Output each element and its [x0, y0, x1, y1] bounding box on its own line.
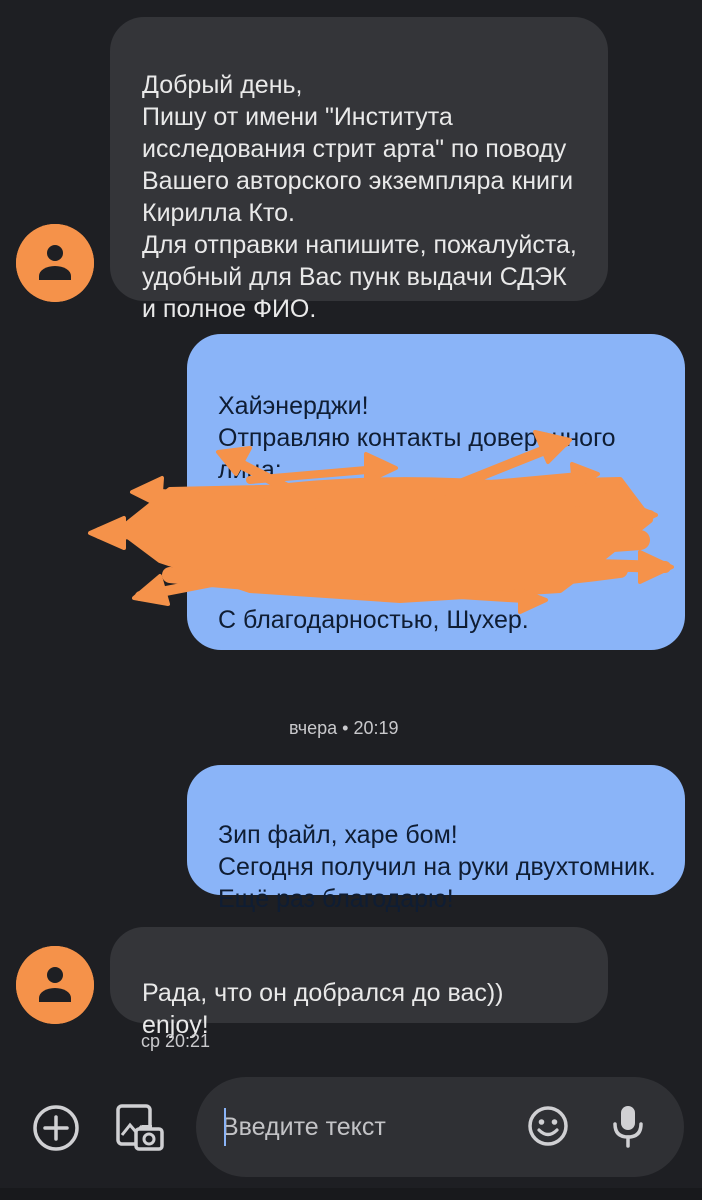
message-bubble-incoming[interactable]: Добрый день, Пишу от имени "Института ис… [110, 17, 608, 323]
gallery-camera-icon[interactable] [110, 1100, 168, 1156]
contact-avatar-icon[interactable] [16, 946, 94, 1024]
chat-screen: Добрый день, Пишу от имени "Института ис… [0, 0, 702, 1200]
navigation-strip [0, 1188, 702, 1200]
day-separator: вчера • 20:19 [289, 718, 399, 738]
message-time: ср 20:21 [141, 1031, 211, 1051]
message-text: Добрый день, Пишу от имени "Института ис… [142, 71, 577, 323]
microphone-icon[interactable] [604, 1100, 652, 1152]
message-bubble-incoming[interactable]: Рада, что он добрался до вас)) enjoy! [110, 927, 608, 1039]
message-text: Хайэнерджи! Отправляю контакты доверенно… [218, 392, 616, 484]
message-text: Зип файл, харе бом! Сегодня получил на р… [218, 821, 656, 913]
plus-circle-icon[interactable] [28, 1100, 84, 1156]
message-bubble-outgoing[interactable]: Хайэнерджи! Отправляю контакты доверенно… [187, 334, 685, 650]
message-signature: С благодарностью, Шухер. [218, 606, 529, 634]
message-bubble-outgoing[interactable]: Зип файл, харе бом! Сегодня получил на р… [187, 765, 685, 913]
message-input[interactable] [222, 1105, 512, 1149]
contact-avatar-icon[interactable] [16, 224, 94, 302]
emoji-icon[interactable] [524, 1102, 572, 1150]
text-cursor [224, 1108, 226, 1146]
